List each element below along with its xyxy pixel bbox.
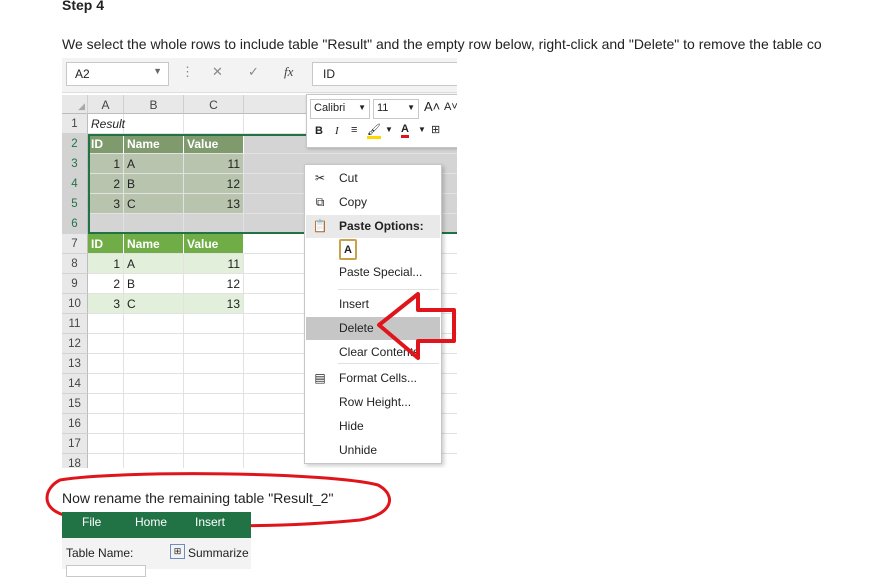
ribbon-tabs: File Home Insert: [62, 512, 251, 538]
table-name-input[interactable]: [66, 565, 146, 577]
tab-home[interactable]: Home: [135, 515, 167, 529]
tab-insert[interactable]: Insert: [195, 515, 225, 529]
rename-instruction: Now rename the remaining table "Result_2…: [62, 490, 334, 506]
table-design-bar: Table Name: ⊞ Summarize: [62, 538, 251, 577]
cell-b1[interactable]: Result: [88, 114, 184, 134]
annotation-layer: [45, 292, 456, 528]
table-name-label: Table Name:: [66, 546, 134, 560]
red-arrow-annotation: [377, 292, 456, 360]
summarize-button[interactable]: Summarize: [188, 546, 249, 560]
pivot-icon: ⊞: [170, 544, 185, 559]
tab-file[interactable]: File: [82, 515, 101, 529]
